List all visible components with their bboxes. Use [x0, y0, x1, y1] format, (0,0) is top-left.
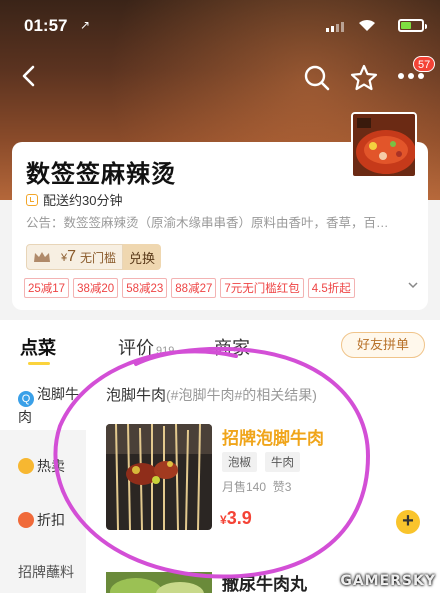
price-currency: ¥ — [220, 513, 227, 527]
favorite-star-icon[interactable] — [350, 64, 378, 92]
chevron-down-icon[interactable] — [408, 280, 418, 290]
section-title: 泡脚牛肉(#泡脚牛肉#的相关结果) — [106, 384, 317, 405]
watermark-logo: GAMERSKY — [340, 573, 436, 589]
discount-tags[interactable]: 25减17 38减20 58减23 88减27 7元无门槛红包 4.5折起 — [24, 278, 355, 298]
tab-reviews-label: 评价 — [118, 338, 154, 358]
sidebar-item-sauce[interactable]: 招牌蘸料 — [0, 562, 86, 582]
dish-tag: 牛肉 — [265, 452, 300, 472]
wifi-icon — [359, 19, 375, 31]
dish-image[interactable] — [106, 424, 212, 530]
dish-tag: 泡椒 — [222, 452, 257, 472]
like-count: 赞3 — [272, 480, 292, 494]
discount-tag: 4.5折起 — [307, 278, 355, 298]
sidebar-item-discount[interactable]: 折扣 — [0, 510, 86, 530]
top-nav: 57 — [0, 54, 440, 102]
sidebar-item-label: 招牌蘸料 — [18, 564, 74, 580]
menu-content: 泡脚牛肉(#泡脚牛肉#的相关结果) 招牌泡脚牛肉 泡椒 牛肉 月售140 赞3 … — [86, 368, 440, 593]
discount-tag: 58减23 — [122, 278, 168, 298]
delivery-time: 配送约30分钟 — [26, 190, 122, 209]
tab-merchant-label: 商家 — [214, 338, 250, 358]
status-bar: 01:57 ↗ — [0, 0, 440, 48]
sidebar-item-label: 热卖 — [37, 458, 65, 474]
dish-image[interactable] — [106, 572, 212, 593]
dish-sales: 月售140 赞3 — [222, 478, 291, 495]
section-title-text: 泡脚牛肉 — [106, 387, 167, 404]
discount-tag: 38减20 — [73, 278, 119, 298]
notification-badge: 57 — [413, 56, 436, 72]
sidebar-item-hot[interactable]: 热卖 — [0, 456, 86, 476]
tab-order-label: 点菜 — [20, 338, 56, 358]
monthly-sales: 月售140 — [222, 480, 267, 494]
price-value: 3.9 — [226, 508, 252, 528]
status-time: 01:57 — [24, 16, 68, 35]
active-tab-indicator — [28, 362, 50, 365]
search-icon[interactable] — [303, 64, 331, 92]
delivery-label: 配送约30分钟 — [43, 193, 123, 208]
discount-tag: 88减27 — [171, 278, 217, 298]
tab-merchant[interactable]: 商家 — [214, 334, 250, 360]
add-to-cart-button[interactable]: + — [396, 510, 420, 534]
shop-logo-image — [351, 112, 417, 178]
shop-name: 数签签麻辣烫 — [26, 161, 176, 188]
dish-name[interactable]: 撒尿牛肉丸 — [222, 570, 307, 593]
vip-label: 无门槛 — [80, 250, 117, 265]
sidebar-item-beef[interactable]: Q 泡脚牛肉 — [0, 368, 86, 430]
vip-amount: 7 — [67, 248, 77, 265]
tab-bar: 点菜 评价 919 商家 好友拼单 — [0, 320, 440, 368]
clock-icon — [26, 193, 38, 206]
discount-tag: 25减17 — [24, 278, 70, 298]
discount-icon — [18, 512, 34, 528]
vip-coupon[interactable]: ¥7 无门槛 兑换 — [26, 244, 162, 270]
vip-coupon-amount: ¥7 无门槛 — [26, 244, 124, 270]
sidebar-item-label: 折扣 — [37, 512, 65, 528]
review-count: 919 — [156, 345, 175, 357]
search-icon: Q — [18, 391, 34, 407]
group-order-button[interactable]: 好友拼单 — [341, 332, 425, 358]
redeem-button[interactable]: 兑换 — [123, 244, 162, 270]
crown-icon — [34, 252, 50, 262]
dish-price: ¥3.9 — [220, 508, 252, 529]
fire-icon — [18, 458, 34, 474]
back-arrow-icon[interactable] — [18, 64, 42, 88]
section-hint: (#泡脚牛肉#的相关结果) — [166, 387, 317, 403]
tab-reviews[interactable]: 评价 919 — [118, 334, 174, 360]
discount-tag: 7元无门槛红包 — [220, 278, 304, 298]
dish-tags: 泡椒 牛肉 — [222, 452, 300, 472]
category-sidebar: Q 泡脚牛肉 热卖 折扣 招牌蘸料 — [0, 368, 86, 593]
signal-icon — [326, 22, 344, 32]
shop-notice[interactable]: 公告：数签签麻辣烫（原渝木缘串串香）原料由香叶，香草，百… — [26, 212, 411, 231]
location-icon: ↗ — [80, 18, 91, 32]
dish-name[interactable]: 招牌泡脚牛肉 — [222, 424, 324, 449]
tab-order[interactable]: 点菜 — [20, 334, 56, 360]
battery-icon — [398, 19, 427, 32]
